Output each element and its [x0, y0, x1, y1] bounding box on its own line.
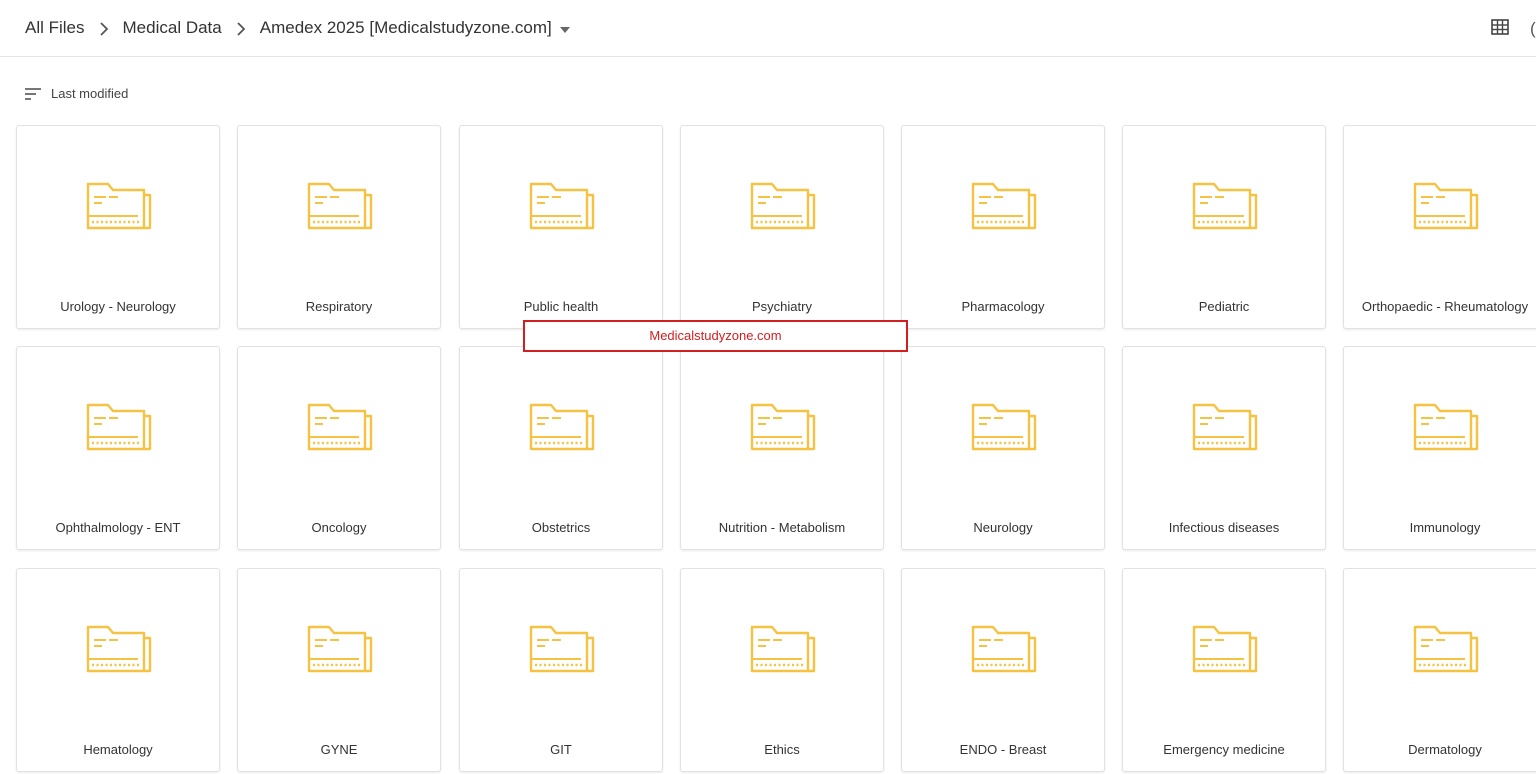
- folder-name: Hematology: [83, 742, 153, 757]
- folder-tile[interactable]: Neurology: [901, 346, 1105, 550]
- folder-icon: [971, 402, 1037, 452]
- folder-name: Obstetrics: [531, 520, 591, 535]
- folder-name: Orthopaedic - Rheumatology: [1361, 299, 1529, 314]
- sort-icon: [25, 87, 41, 100]
- folder-icon: [750, 181, 816, 231]
- folder-icon: [750, 402, 816, 452]
- folder-tile[interactable]: Obstetrics: [459, 346, 663, 550]
- folder-icon: [971, 624, 1037, 674]
- folder-icon: [1413, 181, 1479, 231]
- folder-name: Emergency medicine: [1163, 742, 1285, 757]
- folder-icon: [86, 181, 152, 231]
- folder-name: Psychiatry: [752, 299, 812, 314]
- folder-name: GIT: [550, 742, 572, 757]
- folder-tile[interactable]: Orthopaedic - Rheumatology: [1343, 125, 1536, 329]
- folder-tile[interactable]: GYNE: [237, 568, 441, 772]
- folder-icon: [307, 402, 373, 452]
- sort-label: Last modified: [51, 86, 129, 101]
- folder-name: Pharmacology: [961, 299, 1045, 314]
- top-bar: All Files Medical Data Amedex 2025 [Medi…: [0, 0, 1536, 57]
- folder-name: Neurology: [973, 520, 1033, 535]
- folder-icon: [1192, 402, 1258, 452]
- sort-control[interactable]: Last modified: [25, 86, 128, 101]
- folder-name: GYNE: [320, 742, 358, 757]
- grid-view-icon[interactable]: [1491, 19, 1509, 40]
- folder-name: Immunology: [1409, 520, 1481, 535]
- folder-name: Ethics: [764, 742, 800, 757]
- info-icon[interactable]: (: [1530, 19, 1536, 39]
- folder-name: Urology - Neurology: [60, 299, 176, 314]
- breadcrumb-all-files[interactable]: All Files: [25, 18, 85, 38]
- folder-tile[interactable]: Pharmacology: [901, 125, 1105, 329]
- folder-icon: [971, 181, 1037, 231]
- folder-name: Infectious diseases: [1168, 520, 1280, 535]
- folder-icon: [1192, 624, 1258, 674]
- folder-tile[interactable]: Respiratory: [237, 125, 441, 329]
- folder-tile[interactable]: Emergency medicine: [1122, 568, 1326, 772]
- folder-icon: [529, 624, 595, 674]
- folder-tile[interactable]: Nutrition - Metabolism: [680, 346, 884, 550]
- folder-tile[interactable]: Ophthalmology - ENT: [16, 346, 220, 550]
- folder-name: ENDO - Breast: [959, 742, 1047, 757]
- breadcrumb: All Files Medical Data Amedex 2025 [Medi…: [25, 18, 570, 38]
- folder-icon: [529, 181, 595, 231]
- folder-tile[interactable]: Psychiatry: [680, 125, 884, 329]
- folder-icon: [307, 624, 373, 674]
- folder-name: Ophthalmology - ENT: [55, 520, 181, 535]
- folder-name: Pediatric: [1198, 299, 1250, 314]
- folder-icon: [307, 181, 373, 231]
- folder-tile[interactable]: Infectious diseases: [1122, 346, 1326, 550]
- folder-name: Oncology: [311, 520, 367, 535]
- watermark-banner: Medicalstudyzone.com: [523, 320, 908, 352]
- folder-tile[interactable]: Oncology: [237, 346, 441, 550]
- folder-name: Public health: [523, 299, 599, 314]
- caret-down-icon[interactable]: [559, 18, 570, 38]
- folder-icon: [86, 402, 152, 452]
- folder-icon: [529, 402, 595, 452]
- folder-tile[interactable]: Immunology: [1343, 346, 1536, 550]
- folder-tile[interactable]: Hematology: [16, 568, 220, 772]
- folder-tile[interactable]: ENDO - Breast: [901, 568, 1105, 772]
- folder-icon: [1192, 181, 1258, 231]
- breadcrumb-medical-data[interactable]: Medical Data: [123, 18, 222, 38]
- folder-name: Nutrition - Metabolism: [718, 520, 846, 535]
- folder-tile[interactable]: Ethics: [680, 568, 884, 772]
- folder-tile[interactable]: Urology - Neurology: [16, 125, 220, 329]
- chevron-right-icon: [222, 18, 260, 38]
- folder-name: Respiratory: [305, 299, 373, 314]
- folder-icon: [750, 624, 816, 674]
- folder-tile[interactable]: GIT: [459, 568, 663, 772]
- folder-name: Dermatology: [1408, 742, 1482, 757]
- folder-tile[interactable]: Pediatric: [1122, 125, 1326, 329]
- folder-tile[interactable]: Dermatology: [1343, 568, 1536, 772]
- chevron-right-icon: [85, 18, 123, 38]
- folder-icon: [1413, 624, 1479, 674]
- folder-tile[interactable]: Public health: [459, 125, 663, 329]
- folder-icon: [86, 624, 152, 674]
- breadcrumb-current-folder[interactable]: Amedex 2025 [Medicalstudyzone.com]: [260, 18, 552, 38]
- folder-icon: [1413, 402, 1479, 452]
